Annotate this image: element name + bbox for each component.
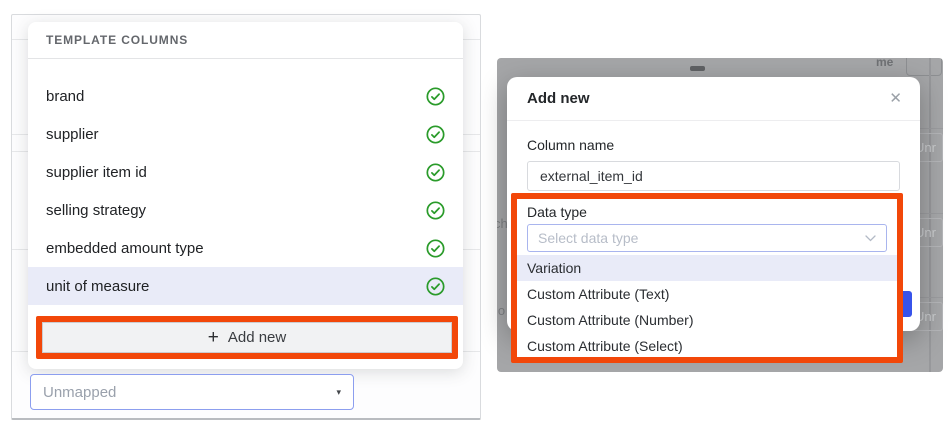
- annotation-rectangle-data-type: Data type Select data type Variation Cus…: [511, 193, 903, 363]
- dropdown-option-custom-attribute-number[interactable]: Custom Attribute (Number): [517, 307, 897, 333]
- plus-icon: +: [208, 328, 219, 347]
- add-new-label: Add new: [228, 329, 286, 346]
- check-circle-icon: [426, 201, 445, 220]
- list-item-brand[interactable]: brand: [28, 77, 463, 115]
- annotation-rectangle-add-new: + Add new: [36, 316, 458, 359]
- background-text-fragment: me: [876, 58, 893, 69]
- data-type-placeholder: Select data type: [538, 230, 638, 246]
- dropdown-option-custom-attribute-text[interactable]: Custom Attribute (Text): [517, 281, 897, 307]
- check-circle-icon: [426, 239, 445, 258]
- add-new-button[interactable]: + Add new: [42, 322, 452, 353]
- check-circle-icon: [426, 277, 445, 296]
- column-name-label: Column name: [527, 137, 900, 153]
- dropdown-option-custom-attribute-select[interactable]: Custom Attribute (Select): [517, 333, 897, 359]
- check-circle-icon: [426, 87, 445, 106]
- list-item-selling-strategy[interactable]: selling strategy: [28, 191, 463, 229]
- background-text-fragment: lo: [497, 303, 505, 318]
- list-item-label: embedded amount type: [46, 240, 204, 257]
- check-circle-icon: [426, 163, 445, 182]
- list-item-supplier-item-id[interactable]: supplier item id: [28, 153, 463, 191]
- template-columns-list: brand supplier supplier item id selling …: [28, 59, 463, 305]
- list-item-embedded-amount-type[interactable]: embedded amount type: [28, 229, 463, 267]
- modal-header: Add new ✕: [507, 77, 920, 121]
- list-item-label: selling strategy: [46, 202, 146, 219]
- unmapped-dropdown-value: Unmapped: [43, 384, 116, 401]
- data-type-options-list: Variation Custom Attribute (Text) Custom…: [517, 255, 897, 359]
- list-item-label: brand: [46, 88, 84, 105]
- data-type-label: Data type: [527, 204, 897, 220]
- chevron-down-icon: [865, 235, 876, 242]
- background-fragment-icon: [690, 66, 705, 71]
- modal-title: Add new: [527, 90, 590, 107]
- close-icon[interactable]: ✕: [889, 91, 902, 106]
- popover-header: TEMPLATE COLUMNS: [28, 22, 463, 59]
- column-name-input[interactable]: [527, 161, 900, 191]
- dropdown-arrow-icon: ▾: [336, 387, 341, 398]
- popover-title: TEMPLATE COLUMNS: [46, 33, 188, 47]
- background-fragment-box: [906, 58, 942, 76]
- list-item-unit-of-measure[interactable]: unit of measure: [28, 267, 463, 305]
- data-type-select[interactable]: Select data type: [527, 224, 887, 252]
- list-item-label: supplier item id: [46, 164, 147, 181]
- list-item-supplier[interactable]: supplier: [28, 115, 463, 153]
- list-item-label: unit of measure: [46, 278, 149, 295]
- dropdown-option-variation[interactable]: Variation: [517, 255, 897, 281]
- list-item-label: supplier: [46, 126, 99, 143]
- check-circle-icon: [426, 125, 445, 144]
- screenshot-root: TEMPLATE COLUMNS brand supplier supplier…: [0, 0, 951, 435]
- unmapped-dropdown[interactable]: Unmapped ▾: [30, 374, 354, 410]
